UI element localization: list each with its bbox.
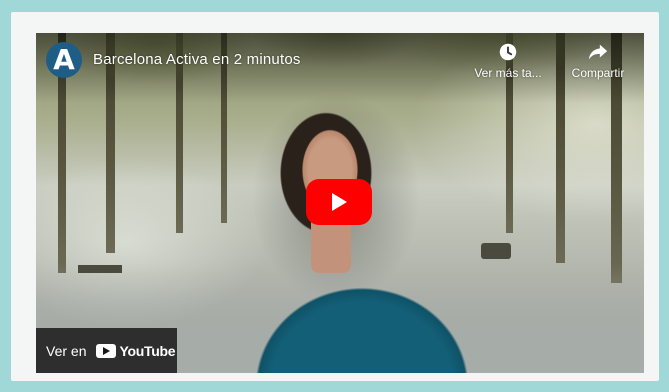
youtube-wordmark: YouTube (119, 342, 176, 359)
youtube-logo-icon (96, 343, 117, 358)
video-title[interactable]: Barcelona Activa en 2 minutos (93, 51, 301, 68)
title-bar-gradient (36, 33, 644, 103)
watch-on-youtube-button[interactable]: Ver en YouTube (36, 328, 177, 373)
share-arrow-icon (588, 44, 608, 60)
play-icon (332, 193, 347, 211)
channel-logo[interactable]: A (46, 42, 82, 78)
youtube-player[interactable]: A Barcelona Activa en 2 minutos Ver más … (36, 33, 644, 373)
watch-on-label: Ver en (46, 342, 87, 359)
clock-icon (499, 43, 517, 61)
share-button[interactable]: Compartir (558, 41, 638, 80)
channel-logo-letter: A (53, 43, 75, 76)
share-label: Compartir (571, 66, 625, 80)
youtube-logo: YouTube (96, 342, 176, 359)
presenter-sweater (232, 261, 492, 373)
watch-later-button[interactable]: Ver más ta... (468, 41, 548, 80)
park-bench (78, 265, 122, 273)
seated-figure (481, 243, 511, 259)
watch-later-label: Ver más ta... (474, 66, 542, 80)
play-button[interactable] (306, 179, 372, 225)
